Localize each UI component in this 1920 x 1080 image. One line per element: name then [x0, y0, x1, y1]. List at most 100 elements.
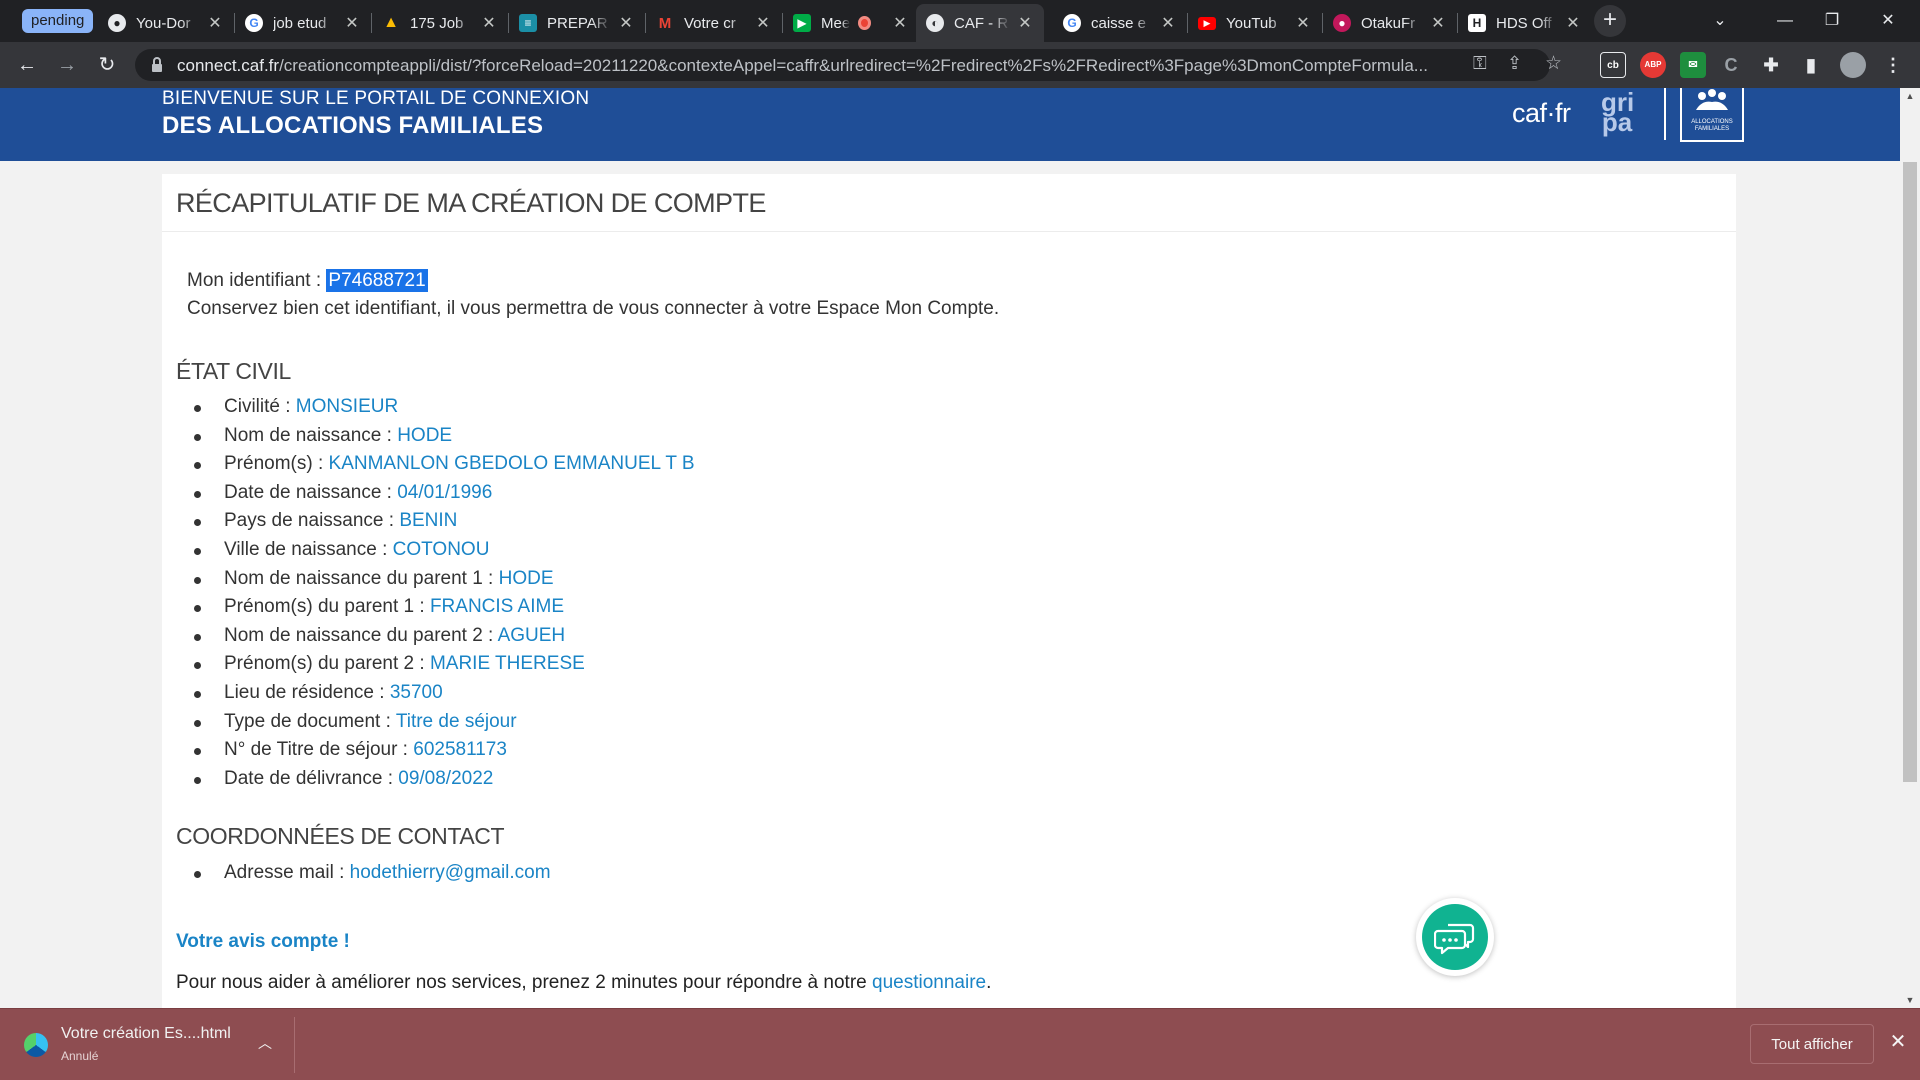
field-label: Prénom(s) du parent 2 :	[224, 653, 430, 675]
caf-fr-logo[interactable]: caf·fr	[1512, 98, 1571, 129]
list-item: Prénom(s) : KANMANLON GBEDOLO EMMANUEL T…	[194, 453, 695, 482]
bookmark-star-icon[interactable]: ☆	[1545, 52, 1562, 75]
menu-kebab-icon[interactable]: ⋮	[1880, 52, 1906, 78]
close-icon[interactable]: ✕	[754, 13, 772, 33]
forward-button[interactable]: →	[52, 50, 82, 80]
scrollbar-thumb[interactable]	[1903, 162, 1917, 782]
field-label: Adresse mail :	[224, 862, 350, 883]
list-item: Nom de naissance du parent 1 : HODE	[194, 567, 695, 597]
field-label: Prénom(s) :	[224, 453, 329, 475]
browser-toolbar: ← → ↻ connect.caf.fr/creationcompteappli…	[0, 42, 1920, 88]
mail-extension-icon[interactable]: ✉	[1680, 52, 1706, 78]
download-shelf: Votre création Es....html Annulé ︿ Tout …	[0, 1008, 1920, 1080]
back-button[interactable]: ←	[12, 50, 42, 80]
field-label: Date de délivrance :	[224, 767, 399, 789]
list-item: Type de document : Titre de séjour	[194, 710, 695, 740]
title-divider	[162, 231, 1736, 232]
close-icon[interactable]: ✕	[1294, 13, 1312, 33]
header-welcome-line1: BIENVENUE SUR LE PORTAIL DE CONNEXION	[162, 88, 590, 109]
tab-title: YouTub	[1226, 14, 1277, 32]
tab-youtube[interactable]: ▶ YouTub ✕	[1188, 4, 1322, 42]
questionnaire-link[interactable]: questionnaire	[872, 972, 986, 993]
tab-meet[interactable]: ▶ Mee ✕	[783, 4, 919, 42]
allocations-familiales-logo[interactable]: ALLOCATIONS FAMILIALES	[1680, 88, 1744, 142]
feedback-end: .	[986, 972, 992, 993]
close-icon[interactable]: ✕	[1884, 1029, 1912, 1054]
edge-file-icon	[24, 1033, 48, 1057]
download-divider	[294, 1017, 295, 1073]
identifier-value[interactable]: P74688721	[326, 269, 428, 292]
key-icon[interactable]: ⚿	[1473, 53, 1487, 74]
field-label: Ville de naissance :	[224, 538, 393, 560]
tab-hds[interactable]: H HDS Off ✕	[1458, 4, 1592, 42]
restore-button[interactable]: ❐	[1812, 6, 1852, 36]
page-title: RÉCAPITULATIF DE MA CRÉATION DE COMPTE	[176, 188, 766, 218]
contact-list: Adresse mail : hodethierry@gmail.com	[194, 862, 551, 891]
close-icon[interactable]: ✕	[1016, 13, 1034, 33]
close-icon[interactable]: ✕	[617, 13, 635, 33]
emblem-text: ALLOCATIONS FAMILIALES	[1691, 119, 1733, 132]
extensions-puzzle-icon[interactable]: ✚	[1758, 52, 1784, 78]
page-scrollbar[interactable]: ▲ ▼	[1900, 88, 1920, 1008]
field-value: KANMANLON GBEDOLO EMMANUEL T B	[328, 453, 695, 475]
close-icon[interactable]: ✕	[1564, 13, 1582, 33]
adblock-icon[interactable]: ABP	[1640, 52, 1666, 78]
close-icon[interactable]: ✕	[480, 13, 498, 33]
field-value: HODE	[397, 424, 453, 446]
gripa-logo-bottom: pa	[1601, 107, 1633, 137]
show-all-downloads-button[interactable]: Tout afficher	[1750, 1024, 1874, 1064]
scroll-up-icon[interactable]: ▲	[1900, 88, 1920, 104]
profile-avatar[interactable]	[1840, 52, 1866, 78]
close-icon[interactable]: ✕	[343, 13, 361, 33]
list-item: Prénom(s) du parent 1 : FRANCIS AIME	[194, 596, 695, 625]
youtube-icon: ▶	[1198, 16, 1216, 30]
sidepanel-icon[interactable]: ▮	[1798, 52, 1824, 78]
tab-title: HDS Off	[1496, 14, 1552, 32]
tab-prepar[interactable]: ≡ PREPAR ✕	[509, 4, 645, 42]
field-value: MARIE THERESE	[429, 653, 585, 675]
extension-c-icon[interactable]: C	[1718, 52, 1744, 78]
close-window-button[interactable]: ✕	[1868, 6, 1908, 36]
tab-google-caisse[interactable]: G caisse e ✕	[1053, 4, 1187, 42]
tab-otakufr[interactable]: ● OtakuFr ✕	[1323, 4, 1457, 42]
close-icon[interactable]: ✕	[891, 13, 909, 33]
list-item: Pays de naissance : BENIN	[194, 510, 695, 539]
tab-google-job[interactable]: G job etud ✕	[235, 4, 371, 42]
tab-github[interactable]: ● You-Dor ✕	[98, 4, 234, 42]
identifier-note: Conservez bien cet identifiant, il vous …	[187, 298, 1000, 319]
close-icon[interactable]: ✕	[206, 13, 224, 33]
field-value: MONSIEUR	[295, 396, 399, 417]
gripa-logo[interactable]: gri pa	[1601, 89, 1634, 137]
close-icon[interactable]: ✕	[1159, 13, 1177, 33]
tab-group-pending[interactable]: pending	[22, 9, 94, 33]
url-path: /creationcompteappli/dist/?forceReload=2…	[279, 56, 1428, 75]
chat-button[interactable]	[1416, 898, 1494, 976]
minimize-button[interactable]: —	[1765, 6, 1805, 36]
new-tab-button[interactable]: +	[1594, 5, 1626, 37]
tab-drive[interactable]: ▲ 175 Job ✕	[372, 4, 508, 42]
address-bar[interactable]: connect.caf.fr/creationcompteappli/dist/…	[135, 49, 1562, 81]
extension-cb-icon[interactable]: cb	[1600, 52, 1626, 78]
contact-heading: COORDONNÉES DE CONTACT	[176, 823, 505, 849]
tab-title: OtakuFr	[1361, 14, 1416, 32]
list-item: Ville de naissance : COTONOU	[194, 538, 695, 568]
tab-gmail[interactable]: M Votre cr ✕	[646, 4, 782, 42]
close-icon[interactable]: ✕	[1429, 13, 1447, 33]
field-label: Type de document :	[224, 710, 396, 732]
globe-icon: ◐	[926, 14, 944, 32]
share-icon[interactable]: ⇪	[1507, 53, 1522, 74]
download-item[interactable]: Votre création Es....html Annulé ︿	[18, 1021, 294, 1069]
scroll-down-icon[interactable]: ▼	[1900, 992, 1920, 1008]
field-value: HODE	[498, 567, 554, 589]
lock-icon	[152, 57, 162, 72]
reload-button[interactable]: ↻	[92, 50, 122, 80]
field-value: BENIN	[399, 510, 458, 532]
field-label: Pays de naissance :	[224, 510, 400, 532]
header-welcome-line2: DES ALLOCATIONS FAMILIALES	[162, 112, 544, 139]
chevron-up-icon[interactable]: ︿	[258, 1033, 272, 1053]
tab-caf-active[interactable]: ◐ CAF - R ✕	[916, 4, 1044, 42]
tab-search-icon[interactable]: ⌄	[1700, 6, 1740, 36]
tab-title: caisse e	[1091, 14, 1147, 32]
drive-icon: ▲	[383, 14, 399, 31]
field-label: N° de Titre de séjour :	[224, 739, 414, 761]
